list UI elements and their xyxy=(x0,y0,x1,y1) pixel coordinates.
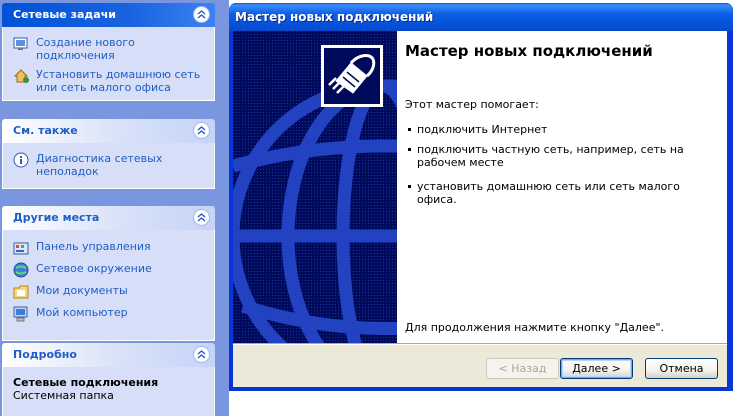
collapse-chevron-icon[interactable] xyxy=(193,346,210,363)
other-places-header[interactable]: Другие места xyxy=(2,206,215,230)
task-label: Диагностика сетевых неполадок xyxy=(36,152,163,178)
task-diagnostics[interactable]: Диагностика сетевых неполадок xyxy=(3,149,214,181)
wizard-client-area: Мастер новых подключений Этот мастер пом… xyxy=(233,31,727,387)
task-new-connection[interactable]: Создание нового подключения xyxy=(3,33,214,65)
details-header[interactable]: Подробно xyxy=(2,343,215,367)
back-button[interactable]: < Назад xyxy=(486,358,559,379)
task-label: Сетевое окружение xyxy=(36,262,152,275)
task-network-places[interactable]: Сетевое окружение xyxy=(3,259,214,281)
new-connection-icon xyxy=(13,37,28,50)
panel-title: Другие места xyxy=(13,211,100,224)
panel-body: Панель управления Сетевое окружение Мои … xyxy=(2,230,215,341)
collapse-chevron-icon[interactable] xyxy=(193,209,210,226)
wizard-welcome-page: Мастер новых подключений Этот мастер пом… xyxy=(397,31,727,343)
see-also-panel: См. также Диагностика сетевых неполадок xyxy=(2,119,215,189)
window-title: Мастер новых подключений xyxy=(235,10,434,24)
task-my-computer[interactable]: Мой компьютер xyxy=(3,303,214,325)
wizard-heading: Мастер новых подключений xyxy=(405,42,653,60)
collapse-chevron-icon[interactable] xyxy=(193,6,210,23)
task-label: Мои документы xyxy=(36,284,128,297)
next-button[interactable]: Далее > xyxy=(560,358,633,379)
wizard-intro: Этот мастер помогает: xyxy=(405,98,539,111)
my-computer-icon xyxy=(13,306,28,322)
panel-body: Создание нового подключения Установить д… xyxy=(2,27,215,101)
cancel-button[interactable]: Отмена xyxy=(645,358,718,379)
list-item: подключить частную сеть, например, сеть … xyxy=(405,143,717,169)
button-separator xyxy=(233,343,727,345)
my-documents-icon xyxy=(13,285,29,299)
details-panel: Подробно Сетевые подключения Системная п… xyxy=(2,343,215,416)
new-connection-wizard-window: Мастер новых подключений Мастер новых по… xyxy=(229,3,733,391)
panel-title: См. также xyxy=(13,124,78,137)
panel-body: Диагностика сетевых неполадок xyxy=(2,143,215,189)
task-home-network[interactable]: Установить домашнюю сеть или сеть малого… xyxy=(3,65,214,97)
task-label: Создание нового подключения xyxy=(36,36,135,62)
panel-body: Сетевые подключения Системная папка xyxy=(2,367,215,416)
network-tasks-panel: Сетевые задачи Создание нового подключен… xyxy=(2,3,215,101)
window-titlebar[interactable]: Мастер новых подключений xyxy=(229,3,733,31)
task-pane: Сетевые задачи Создание нового подключен… xyxy=(0,0,229,416)
task-my-documents[interactable]: Мои документы xyxy=(3,281,214,303)
info-icon xyxy=(13,152,29,168)
details-type: Системная папка xyxy=(13,389,114,402)
task-label: Панель управления xyxy=(36,240,151,253)
globe-graphic xyxy=(233,31,397,343)
control-panel-icon xyxy=(13,242,29,255)
home-network-icon xyxy=(13,69,29,83)
task-label: Мой компьютер xyxy=(36,306,128,319)
other-places-panel: Другие места Панель управления Сетевое о… xyxy=(2,206,215,341)
list-item: подключить Интернет xyxy=(405,123,717,136)
wizard-bullet-list: подключить Интернет подключить частную с… xyxy=(405,123,717,213)
wizard-continue-hint: Для продолжения нажмите кнопку "Далее". xyxy=(405,321,665,334)
details-name: Сетевые подключения xyxy=(13,376,159,389)
collapse-chevron-icon[interactable] xyxy=(193,122,210,139)
wizard-banner xyxy=(233,31,397,343)
task-label: Установить домашнюю сеть или сеть малого… xyxy=(36,68,201,94)
network-places-icon xyxy=(13,262,29,278)
see-also-header[interactable]: См. также xyxy=(2,119,215,143)
panel-title: Подробно xyxy=(13,348,77,361)
list-item: установить домашнюю сеть или сеть малого… xyxy=(405,180,717,206)
network-tasks-header[interactable]: Сетевые задачи xyxy=(2,3,215,27)
panel-title: Сетевые задачи xyxy=(13,8,116,21)
task-control-panel[interactable]: Панель управления xyxy=(3,236,214,259)
